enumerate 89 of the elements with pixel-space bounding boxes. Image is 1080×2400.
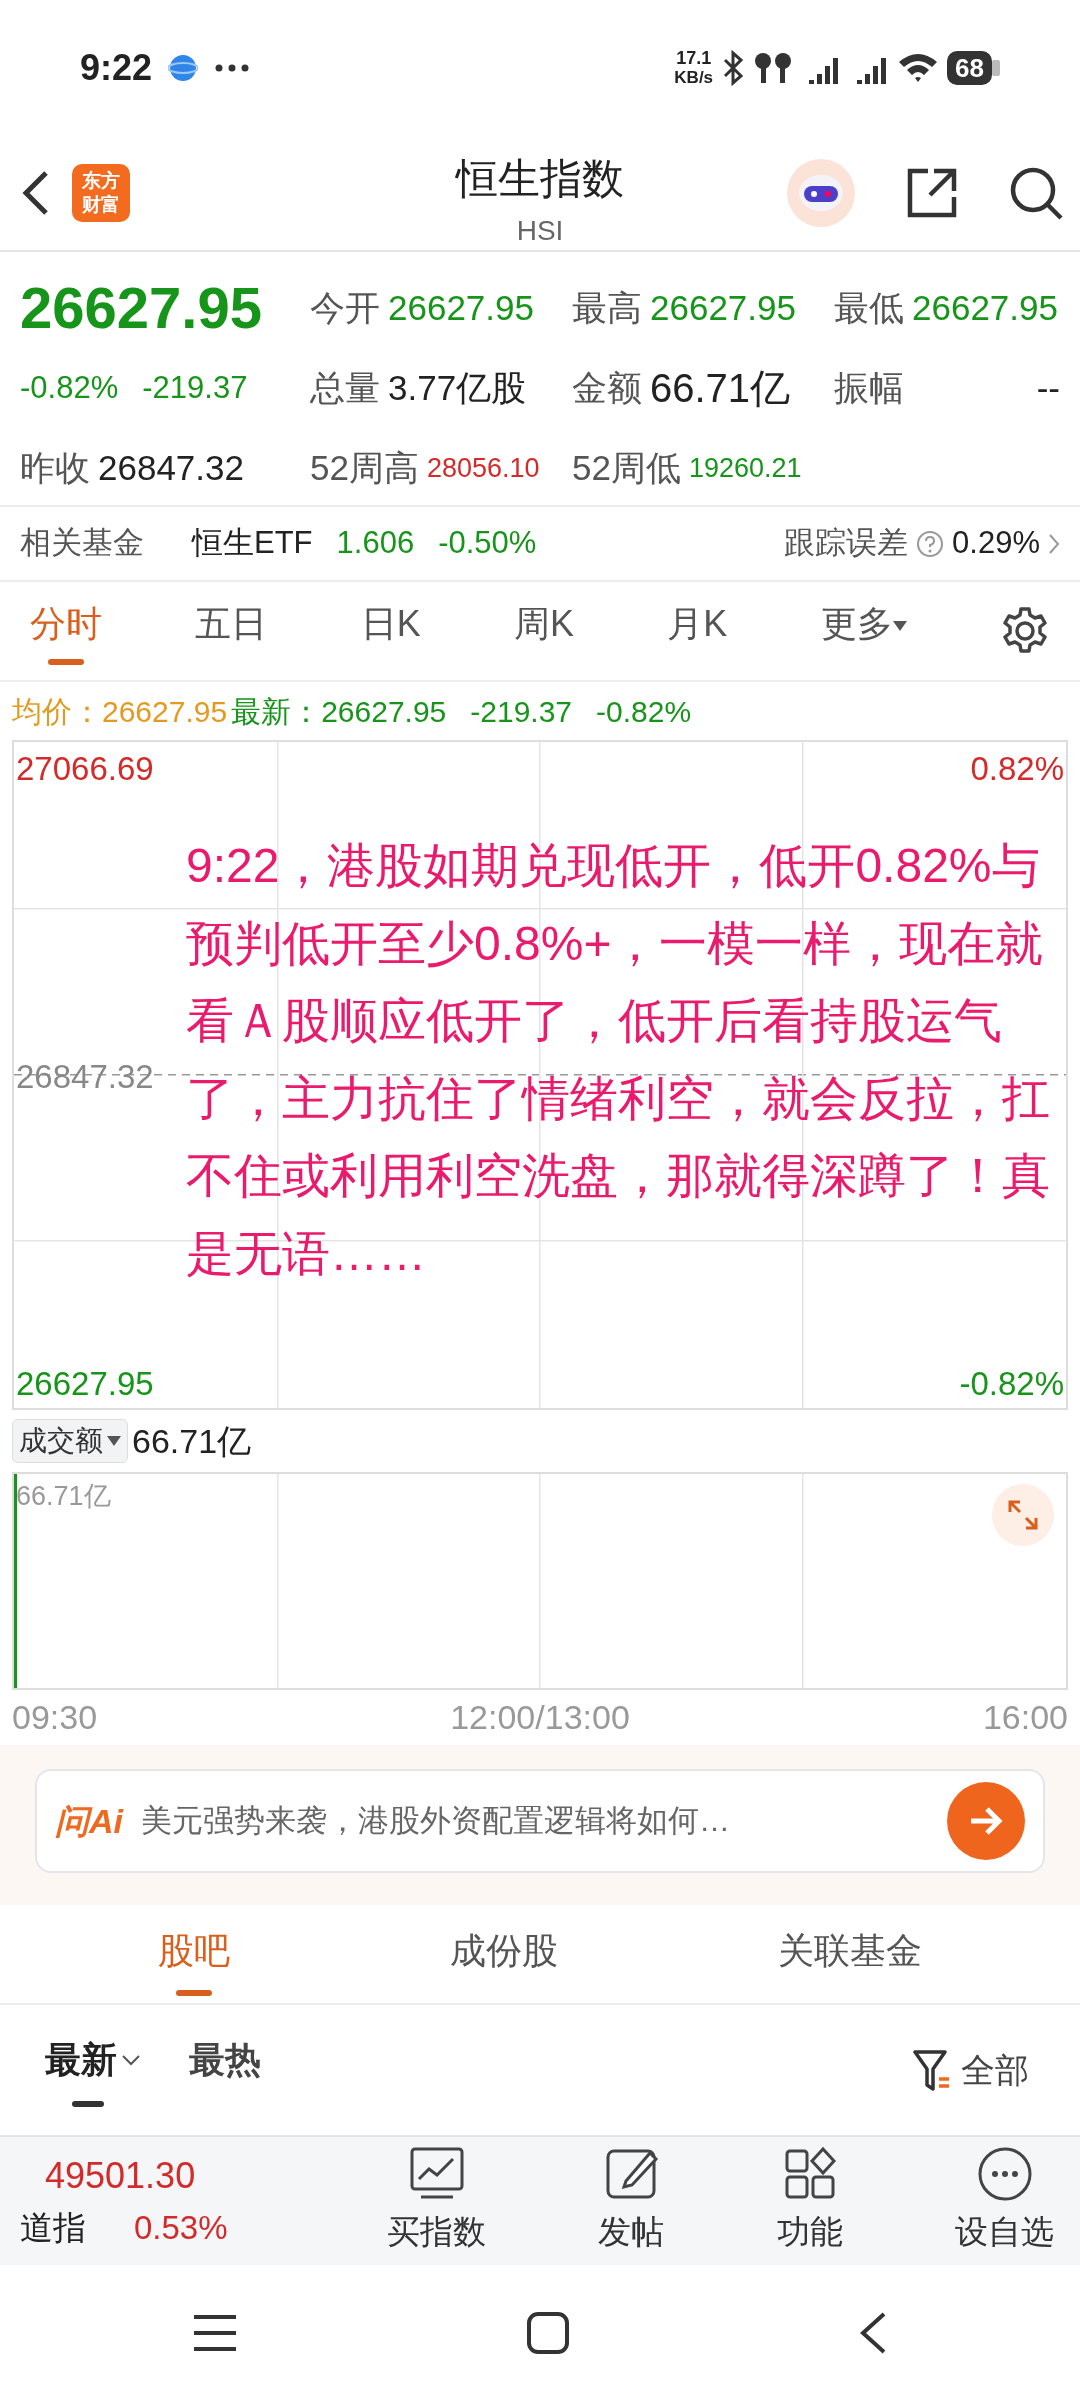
section-tab[interactable]: 股吧 bbox=[158, 1912, 230, 1996]
ticker-change: 0.53% bbox=[134, 2208, 228, 2249]
stat-label: 昨收 bbox=[20, 446, 90, 489]
toolbar-button[interactable]: 设自选 bbox=[949, 2144, 1060, 2258]
sort-tab[interactable]: 最热 bbox=[189, 2033, 261, 2107]
last-price: 26627.95 bbox=[20, 274, 262, 343]
chart-tab[interactable]: 五日 bbox=[195, 597, 268, 665]
avg-price-value: 26627.95 bbox=[102, 693, 228, 730]
axis-label: 0.82% bbox=[970, 749, 1064, 789]
chart-tab[interactable]: 周K bbox=[513, 597, 574, 665]
axis-label: 66.71亿 bbox=[16, 1480, 111, 1513]
caret-down-icon bbox=[892, 621, 907, 632]
stat-value: 26627.95 bbox=[912, 286, 1058, 329]
axis-label: -0.82% bbox=[959, 1363, 1064, 1404]
stat-value: 26627.95 bbox=[388, 286, 534, 329]
ai-logo: 问Ai bbox=[55, 1800, 123, 1842]
chevron-right-icon[interactable] bbox=[1048, 532, 1060, 555]
back-icon[interactable] bbox=[858, 2310, 888, 2355]
stat-value: 26627.95 bbox=[650, 286, 796, 329]
change-percent: -0.82% bbox=[20, 368, 119, 407]
time-axis-label: 12:00/13:00 bbox=[450, 1697, 630, 1738]
filter-button[interactable]: 全部 bbox=[907, 2043, 1035, 2097]
net-speed: 17.1 bbox=[676, 47, 712, 68]
menu-icon[interactable] bbox=[192, 2312, 238, 2353]
stat-value: 3.77亿股 bbox=[388, 366, 527, 409]
axis-label: 27066.69 bbox=[16, 749, 154, 789]
chart-tab[interactable]: 月K bbox=[667, 597, 728, 665]
axis-label: 26847.32 bbox=[16, 1057, 154, 1097]
fund-name[interactable]: 恒生ETF bbox=[192, 520, 313, 567]
more-icon bbox=[214, 62, 251, 73]
stat-label: 总量 bbox=[310, 366, 380, 409]
chart-tab[interactable]: 分时 bbox=[30, 597, 102, 665]
index-code: HSI bbox=[516, 214, 564, 248]
chart-tab[interactable]: 更多 bbox=[820, 597, 907, 665]
chevron-down-icon bbox=[121, 2054, 141, 2066]
logo-text: 财富 bbox=[82, 192, 120, 217]
volume-selector[interactable]: 成交额 bbox=[12, 1419, 128, 1463]
section-tab[interactable]: 成份股 bbox=[450, 1912, 558, 1996]
tracking-error-label: 跟踪误差 bbox=[784, 524, 909, 563]
bluetooth-icon bbox=[721, 49, 746, 86]
logo-text: 东方 bbox=[82, 168, 120, 193]
earbuds-icon bbox=[753, 50, 794, 85]
section-tab[interactable]: 关联基金 bbox=[778, 1912, 922, 1996]
stat-label: 金额 bbox=[572, 366, 642, 409]
home-icon[interactable] bbox=[526, 2310, 570, 2355]
stat-value: 19260.21 bbox=[688, 451, 802, 485]
toolbar-button[interactable]: 买指数 bbox=[380, 2144, 492, 2258]
volume-value: 66.71亿 bbox=[132, 1420, 252, 1462]
stat-label: 最低 bbox=[834, 286, 904, 329]
stat-label: 振幅 bbox=[834, 366, 904, 409]
caret-down-icon bbox=[107, 1436, 121, 1446]
last-price-value: 26627.95 bbox=[321, 693, 447, 730]
legend-change: -219.37 bbox=[470, 693, 573, 730]
help-icon[interactable] bbox=[916, 529, 945, 558]
stat-value: 66.71亿 bbox=[650, 365, 791, 412]
ticker-value: 49501.30 bbox=[44, 2154, 197, 2199]
fund-change: -0.50% bbox=[438, 524, 537, 563]
stat-label: 最高 bbox=[572, 286, 642, 329]
net-speed-unit: KB/s bbox=[674, 67, 714, 88]
battery-level: 68 bbox=[947, 50, 992, 85]
toolbar-button[interactable]: 功能 bbox=[770, 2144, 849, 2258]
battery-tip-icon bbox=[992, 59, 1000, 76]
related-fund-label: 相关基金 bbox=[20, 524, 144, 563]
stat-value: -- bbox=[1036, 366, 1060, 409]
sort-tab[interactable]: 最新 bbox=[45, 2033, 141, 2107]
annotation-text: 9:22，港股如期兑现低开，低开0.82%与预判低开至少0.8%+，一模一样，现在就看Ａ股顺应低开了，低开后看持股运气了，主力抗住了情绪利空，就会反拉，扛不住或利用利空洗盘，那就得深蹲了！真是无语…… bbox=[186, 838, 1051, 1282]
last-price-label: 最新： bbox=[231, 693, 322, 730]
toolbar-button[interactable]: 发帖 bbox=[592, 2144, 670, 2258]
expand-icon[interactable] bbox=[992, 1484, 1054, 1546]
tracking-error-value: 0.29% bbox=[952, 524, 1040, 563]
legend-change-percent: -0.82% bbox=[596, 693, 692, 730]
index-ticker[interactable]: 49501.30 道指 0.53% bbox=[20, 2149, 280, 2253]
time-axis-label: 16:00 bbox=[982, 1697, 1068, 1738]
page-title: 恒生指数 bbox=[456, 154, 624, 204]
robot-avatar-icon[interactable] bbox=[786, 157, 856, 228]
stat-value: 26847.32 bbox=[98, 446, 244, 489]
app-icon bbox=[168, 52, 199, 83]
axis-label: 26627.95 bbox=[16, 1363, 154, 1404]
change-value: -219.37 bbox=[142, 368, 248, 407]
avg-price-label: 均价： bbox=[12, 693, 102, 730]
stat-value: 28056.10 bbox=[426, 451, 540, 485]
stat-label: 今开 bbox=[310, 286, 380, 329]
status-time: 9:22 bbox=[80, 45, 153, 90]
stat-label: 52周低 bbox=[572, 446, 681, 489]
fund-price: 1.606 bbox=[336, 524, 415, 563]
stat-label: 52周高 bbox=[310, 446, 419, 489]
ticker-name: 道指 bbox=[20, 2208, 86, 2249]
time-axis-label: 09:30 bbox=[12, 1697, 98, 1738]
chart-tab[interactable]: 日K bbox=[360, 597, 421, 665]
